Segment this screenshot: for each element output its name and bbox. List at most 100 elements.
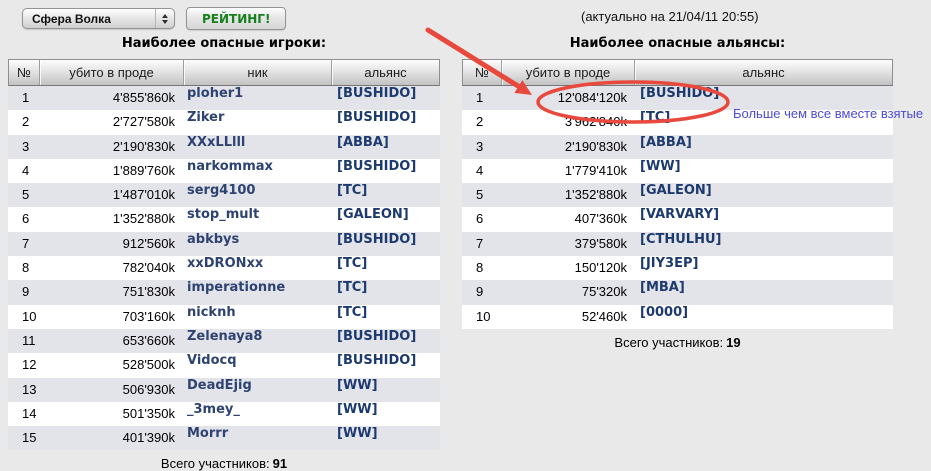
nick-link[interactable]: Morrr <box>182 426 330 450</box>
nick-link[interactable]: DeadEjig <box>182 378 330 402</box>
players-table-header: № убито в проде ник альянс <box>8 59 440 86</box>
table-row: 22'727'580kZiker[BUSHIDO] <box>8 110 440 134</box>
kills-cell: 12'084'120k <box>500 86 633 110</box>
nick-link[interactable]: narkommax <box>182 159 330 183</box>
rank-cell: 15 <box>8 426 38 450</box>
kills-cell: 751'830k <box>38 280 182 304</box>
sphere-select-wrap: Сфера Волка <box>22 8 175 29</box>
alliance-link[interactable]: [BUSHIDO] <box>330 110 440 134</box>
nick-link[interactable]: Ziker <box>182 110 330 134</box>
sphere-select[interactable]: Сфера Волка <box>22 8 175 29</box>
nick-link[interactable]: Vidocq <box>182 353 330 377</box>
table-row: 61'352'880kstop_mult[GALEON] <box>8 207 440 231</box>
alliance-link[interactable]: [MBA] <box>633 280 893 304</box>
alliance-link[interactable]: [WW] <box>330 402 440 426</box>
alliance-link[interactable]: [GALEON] <box>633 183 893 207</box>
alliance-link[interactable]: [WW] <box>330 426 440 450</box>
alliance-link[interactable]: [ABBA] <box>330 135 440 159</box>
kills-cell: 1'779'410k <box>500 159 633 183</box>
nick-link[interactable]: _3mey_ <box>182 402 330 426</box>
nick-link[interactable]: abkbys <box>182 232 330 256</box>
rank-cell: 10 <box>462 305 500 329</box>
column-header-rank: № <box>463 60 501 85</box>
alliance-link[interactable]: [BUSHIDO] <box>330 329 440 353</box>
table-row: 8150'120k[JIY3EP] <box>462 256 893 280</box>
alliance-link[interactable]: [TC] <box>330 183 440 207</box>
column-header-kills: убито в проде <box>501 60 634 85</box>
kills-cell: 2'190'830k <box>38 135 182 159</box>
rank-cell: 13 <box>8 378 38 402</box>
table-row: 975'320k[MBA] <box>462 280 893 304</box>
footer-count: 19 <box>726 335 740 350</box>
rank-cell: 4 <box>462 159 500 183</box>
kills-cell: 407'360k <box>500 207 633 231</box>
rank-cell: 2 <box>8 110 38 134</box>
rating-button[interactable]: РЕЙТИНГ! <box>186 7 286 30</box>
alliance-link[interactable]: [ABBA] <box>633 135 893 159</box>
column-header-nick: ник <box>183 60 331 85</box>
alliances-table-title: Наиболее опасные альянсы: <box>462 36 893 53</box>
alliances-table-footer: Всего участников:19 <box>462 335 893 350</box>
alliance-link[interactable]: [BUSHIDO] <box>330 159 440 183</box>
table-row: 10703'160knicknh[TC] <box>8 305 440 329</box>
alliance-link[interactable]: [BUSHIDO] <box>330 232 440 256</box>
players-table: Наиболее опасные игроки: № убито в проде… <box>8 36 440 471</box>
table-row: 51'352'880k[GALEON] <box>462 183 893 207</box>
footer-count: 91 <box>273 456 287 471</box>
rank-cell: 3 <box>462 135 500 159</box>
alliance-link[interactable]: [VARVARY] <box>633 207 893 231</box>
table-row: 13506'930kDeadEjig[WW] <box>8 378 440 402</box>
nick-link[interactable]: ploher1 <box>182 86 330 110</box>
alliance-link[interactable]: [BUSHIDO] <box>330 353 440 377</box>
column-header-rank: № <box>9 60 39 85</box>
alliance-link[interactable]: [TC] <box>330 280 440 304</box>
rank-cell: 7 <box>8 232 38 256</box>
rank-cell: 3 <box>8 135 38 159</box>
rank-cell: 1 <box>8 86 38 110</box>
alliance-link[interactable]: [0000] <box>633 305 893 329</box>
kills-cell: 912'560k <box>38 232 182 256</box>
kills-cell: 506'930k <box>38 378 182 402</box>
kills-cell: 401'390k <box>38 426 182 450</box>
table-row: 11653'660kZelenaya8[BUSHIDO] <box>8 329 440 353</box>
table-row: 32'190'830k[ABBA] <box>462 135 893 159</box>
footer-label: Всего участников: <box>161 456 270 471</box>
kills-cell: 782'040k <box>38 256 182 280</box>
nick-link[interactable]: nicknh <box>182 305 330 329</box>
rank-cell: 5 <box>8 183 38 207</box>
alliances-table: Наиболее опасные альянсы: № убито в прод… <box>462 36 893 350</box>
nick-link[interactable]: stop_mult <box>182 207 330 231</box>
alliance-link[interactable]: [CTHULHU] <box>633 232 893 256</box>
players-table-body: 14'855'860kploher1[BUSHIDO] 22'727'580kZ… <box>8 86 440 450</box>
kills-cell: 150'120k <box>500 256 633 280</box>
column-header-alliance: альянс <box>634 60 892 85</box>
rank-cell: 8 <box>462 256 500 280</box>
rank-cell: 7 <box>462 232 500 256</box>
alliance-link[interactable]: [JIY3EP] <box>633 256 893 280</box>
kills-cell: 4'855'860k <box>38 86 182 110</box>
alliance-link[interactable]: [GALEON] <box>330 207 440 231</box>
rank-cell: 1 <box>462 86 500 110</box>
alliance-link[interactable]: [BUSHIDO] <box>330 86 440 110</box>
kills-cell: 379'580k <box>500 232 633 256</box>
nick-link[interactable]: XXxLLlll <box>182 135 330 159</box>
alliance-link[interactable]: [TC] <box>330 256 440 280</box>
table-row: 51'487'010kserg4100[TC] <box>8 183 440 207</box>
annotation-note: Больше чем все вместе взятые <box>733 106 923 121</box>
players-table-title: Наиболее опасные игроки: <box>8 36 440 53</box>
nick-link[interactable]: imperationne <box>182 280 330 304</box>
rank-cell: 2 <box>462 110 500 134</box>
table-row: 7912'560kabkbys[BUSHIDO] <box>8 232 440 256</box>
nick-link[interactable]: xxDRONxx <box>182 256 330 280</box>
table-row: 12528'500kVidocq[BUSHIDO] <box>8 353 440 377</box>
table-row: 6407'360k[VARVARY] <box>462 207 893 231</box>
alliances-table-body: 112'084'120k[BUSHIDO] 23'962'840k[TC] 32… <box>462 86 893 329</box>
alliance-link[interactable]: [WW] <box>633 159 893 183</box>
rank-cell: 8 <box>8 256 38 280</box>
nick-link[interactable]: serg4100 <box>182 183 330 207</box>
alliance-link[interactable]: [TC] <box>330 305 440 329</box>
table-row: 41'779'410k[WW] <box>462 159 893 183</box>
nick-link[interactable]: Zelenaya8 <box>182 329 330 353</box>
kills-cell: 501'350k <box>38 402 182 426</box>
alliance-link[interactable]: [WW] <box>330 378 440 402</box>
